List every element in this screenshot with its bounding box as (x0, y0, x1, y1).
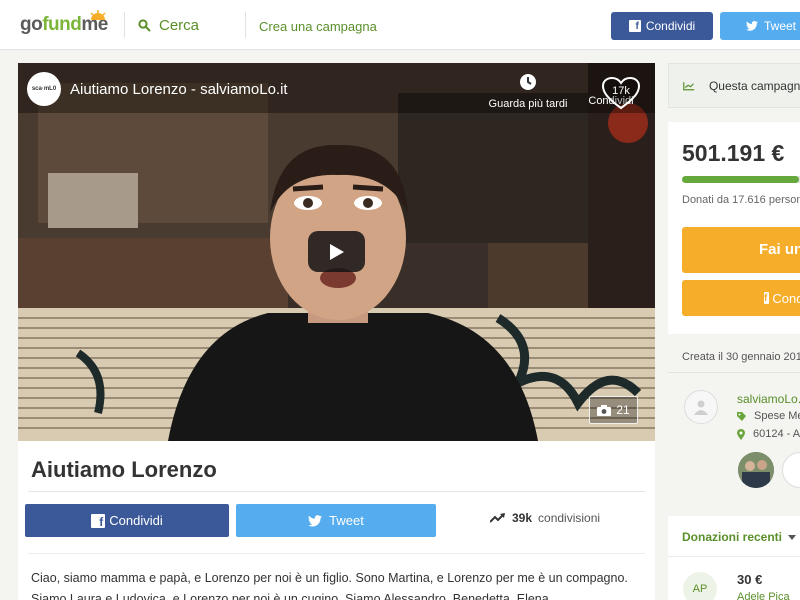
channel-avatar[interactable]: sca·mL0 (27, 72, 61, 106)
campaign-goal-text: Questa campagna (708, 78, 800, 93)
divider (28, 491, 645, 492)
recent-donations-toggle[interactable]: Donazioni recenti (682, 530, 797, 544)
share-count-value: 39k (512, 511, 533, 525)
header-tweet-button[interactable]: Tweet (720, 12, 800, 40)
divider (668, 372, 800, 373)
donation-summary-card: 501.191 € Donati da 17.616 persone Fai u… (668, 122, 800, 334)
likes-count: 17k (612, 85, 630, 97)
campaign-video-player[interactable]: sca·mL0 Aiutiamo Lorenzo - salviamoLo.it… (18, 63, 655, 441)
caret-down-icon (788, 534, 797, 540)
donation-amount: 30 € (737, 572, 763, 587)
header-divider (124, 12, 125, 38)
search-icon (138, 19, 151, 32)
header-divider (245, 12, 246, 38)
watch-later-label: Guarda più tardi (488, 98, 568, 110)
donors-count: Donati da 17.616 persone (682, 194, 800, 206)
recent-donations-card: Donazioni recenti AP 30 € Adele Pica (668, 516, 800, 600)
facebook-share-label: Condividi (109, 513, 163, 528)
organizer-avatar[interactable] (684, 390, 718, 424)
created-date: Creata il 30 gennaio 2018 (682, 351, 800, 363)
search-label: Cerca (159, 17, 200, 34)
header-facebook-share-label: Condividi (645, 19, 696, 33)
chart-line-icon (683, 81, 695, 90)
divider (28, 553, 645, 554)
facebook-share-button[interactable]: f Condividi (25, 504, 229, 537)
photo-gallery-button[interactable]: 21 (589, 396, 638, 424)
user-silhouette-icon (694, 400, 708, 415)
sidebar-share-button[interactable]: f Condividi (682, 280, 800, 316)
facebook-icon: f (628, 20, 641, 32)
twitter-icon (746, 21, 758, 31)
funding-progress-fill (682, 176, 799, 183)
header-facebook-share-button[interactable]: f Condividi (611, 12, 713, 40)
funding-progress-bar (682, 176, 800, 183)
campaign-description: Ciao, siamo mamma e papà, e Lorenzo per … (31, 571, 628, 600)
tweet-label: Tweet (329, 513, 364, 528)
video-title[interactable]: Aiutiamo Lorenzo - salviamoLo.it (70, 81, 288, 98)
donate-button[interactable]: Fai una donazione (682, 227, 800, 273)
team-more-avatar[interactable] (782, 452, 800, 488)
create-campaign-link[interactable]: Crea una campagna (259, 19, 377, 34)
header-tweet-label: Tweet (764, 19, 797, 33)
donor-avatar: AP (683, 572, 717, 600)
logo-sun-icon (90, 10, 106, 20)
top-navigation-bar: gofundme Cerca Crea una campagna f Condi… (0, 0, 800, 50)
play-icon (329, 243, 344, 260)
photo-count-value: 21 (616, 403, 630, 417)
clock-icon (520, 74, 536, 90)
search-link[interactable]: Cerca (138, 17, 199, 34)
team-member-avatar[interactable] (738, 452, 774, 488)
campaign-title: Aiutiamo Lorenzo (31, 457, 217, 482)
play-button[interactable] (308, 231, 365, 272)
campaign-goal-banner: Questa campagna (668, 63, 800, 108)
recent-donations-title: Donazioni recenti (682, 530, 783, 544)
twitter-icon (308, 514, 323, 527)
tweet-button[interactable]: Tweet (236, 504, 436, 537)
organizer-category-label: Spese Mediche (754, 410, 800, 422)
watch-later-button[interactable]: Guarda più tardi (483, 73, 573, 110)
likes-heart-icon: 17k (601, 76, 641, 110)
donor-name: Adele Pica (737, 591, 790, 600)
organizer-location-label: 60124 - Ancona (753, 428, 800, 440)
organizer-location: 60124 - Ancona (737, 428, 800, 440)
organizer-category[interactable]: Spese Mediche (737, 410, 800, 422)
facebook-icon: f (764, 292, 770, 304)
tag-icon (737, 411, 746, 421)
amount-raised: 501.191 € (682, 140, 785, 166)
divider (668, 556, 800, 557)
camera-icon (597, 404, 612, 416)
campaign-card: sca·mL0 Aiutiamo Lorenzo - salviamoLo.it… (18, 63, 655, 600)
share-count: 39k condivisioni (490, 511, 600, 525)
share-count-label: condivisioni (538, 511, 601, 525)
facebook-icon: f (91, 513, 106, 528)
location-pin-icon (737, 428, 745, 440)
trending-up-icon (490, 513, 505, 523)
sidebar-share-label: Condividi (772, 290, 800, 306)
organizer-name-link[interactable]: salviamoLo.it (737, 392, 800, 406)
